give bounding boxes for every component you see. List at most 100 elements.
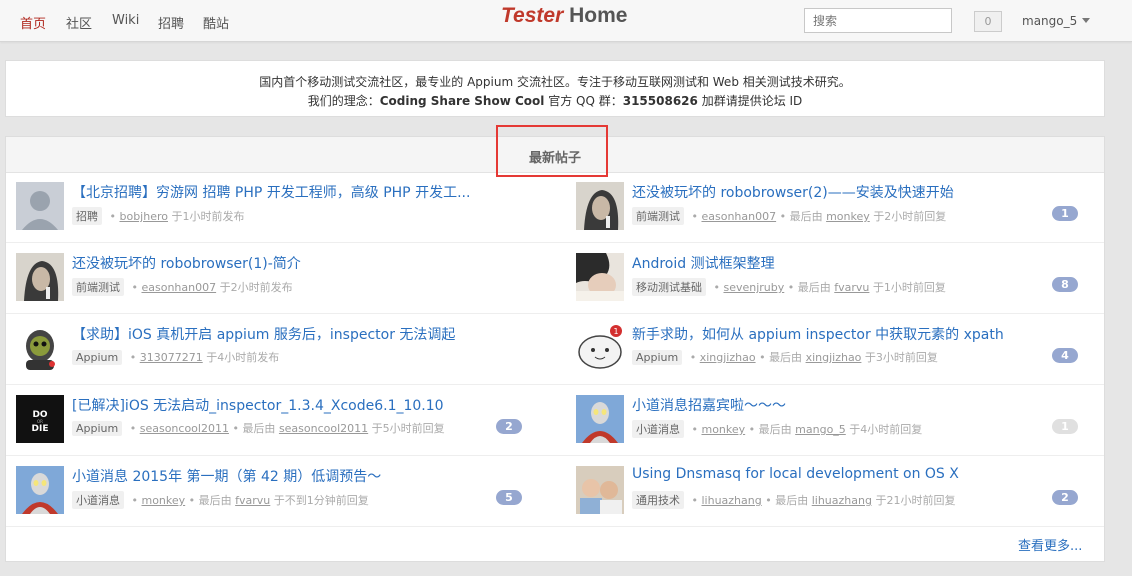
topic-meta: 小道消息 • monkey • 最后由 fvarvu 于不到1分钟前回复 xyxy=(72,491,369,509)
motto-prefix: 我们的理念： xyxy=(307,94,380,108)
topic-item: 【求助】iOS 真机开启 appium 服务后，inspector 无法调起 Ap… xyxy=(16,324,556,394)
last-reply-user-link[interactable]: seasoncool2011 xyxy=(279,422,368,435)
notification-count-button[interactable]: 0 xyxy=(974,11,1002,32)
topic-meta: Appium • 313077271 于4小时前发布 xyxy=(72,349,279,365)
node-tag[interactable]: Appium xyxy=(72,421,123,436)
topic-meta: 通用技术 • lihuazhang • 最后由 lihuazhang 于21小时… xyxy=(632,491,955,509)
last-reply-user-link[interactable]: lihuazhang xyxy=(812,494,872,507)
node-tag[interactable]: 移动测试基础 xyxy=(632,278,706,296)
topic-item: 1 新手求助，如何从 appium inspector 中获取元素的 xpath A… xyxy=(576,324,1116,394)
reply-count-badge[interactable]: 4 xyxy=(1052,348,1078,363)
latest-topics-panel: 最新帖子 【北京招聘】穷游网 招聘 PHP 开发工程师，高级 PHP 开发工..… xyxy=(5,125,1105,562)
reply-count-badge[interactable]: 2 xyxy=(496,419,522,434)
topic-time: 于1小时前发布 xyxy=(171,210,245,223)
motto: Coding Share Show Cool xyxy=(379,94,545,108)
topic-meta: 移动测试基础 • sevenjruby • 最后由 fvarvu 于1小时前回复 xyxy=(632,278,946,296)
qq-number: 315508626 xyxy=(622,94,698,108)
topic-item: 小道消息 2015年 第一期（第 42 期）低调预告～ 小道消息 • monkey… xyxy=(16,466,556,536)
author-link[interactable]: monkey xyxy=(701,423,745,436)
topic-title-link[interactable]: 【北京招聘】穷游网 招聘 PHP 开发工程师，高级 PHP 开发工... xyxy=(72,182,470,202)
logo-text-tester: Tester xyxy=(501,4,564,27)
robot-avatar[interactable] xyxy=(16,324,64,372)
intro-line-1: 国内首个移动测试交流社区，最专业的 Appium 交流社区。专注于移动互联网测试… xyxy=(259,75,851,89)
last-reply-prefix: 最后由 xyxy=(242,422,276,435)
last-reply-user-link[interactable]: fvarvu xyxy=(235,494,270,507)
hero-avatar[interactable] xyxy=(16,466,64,514)
svg-text:1: 1 xyxy=(613,327,618,336)
author-link[interactable]: easonhan007 xyxy=(701,210,776,223)
author-link[interactable]: 313077271 xyxy=(140,351,203,364)
last-reply-prefix: 最后由 xyxy=(775,494,809,507)
node-tag[interactable]: 招聘 xyxy=(72,207,102,225)
nav-home[interactable]: 首页 xyxy=(20,13,46,32)
author-link[interactable]: bobjhero xyxy=(119,210,168,223)
logo-text-home: Home xyxy=(569,4,628,27)
topic-meta: Appium • xingjizhao • 最后由 xingjizhao 于3小… xyxy=(632,349,938,365)
top-navbar: 首页 社区 Wiki 招聘 酷站 Tester Home 0 mango_5 xyxy=(0,0,1132,42)
photo-avatar[interactable] xyxy=(576,253,624,301)
view-more-link[interactable]: 查看更多... xyxy=(1018,535,1082,554)
nav-wiki[interactable]: Wiki xyxy=(112,13,139,28)
author-link[interactable]: monkey xyxy=(141,494,185,507)
topic-item: 还没被玩坏的 robobrowser(1)-简介 前端测试 • easonhan0… xyxy=(16,253,556,323)
nav-community[interactable]: 社区 xyxy=(66,13,92,32)
topic-title-link[interactable]: Android 测试框架整理 xyxy=(632,253,775,273)
topic-time: 于2小时前回复 xyxy=(873,210,947,223)
topic-time: 于4小时前回复 xyxy=(849,423,923,436)
cartoon-avatar[interactable]: 1 xyxy=(576,324,624,372)
reply-count-badge[interactable]: 5 xyxy=(496,490,522,505)
portrait-avatar[interactable] xyxy=(16,253,64,301)
topic-title-link[interactable]: 还没被玩坏的 robobrowser(1)-简介 xyxy=(72,253,301,273)
node-tag[interactable]: 小道消息 xyxy=(632,420,684,438)
reply-count-badge[interactable]: 1 xyxy=(1052,419,1078,434)
node-tag[interactable]: Appium xyxy=(632,350,683,365)
author-link[interactable]: easonhan007 xyxy=(141,281,216,294)
last-reply-prefix: 最后由 xyxy=(797,281,831,294)
node-tag[interactable]: Appium xyxy=(72,350,123,365)
kids-avatar[interactable] xyxy=(576,466,624,514)
topic-title-link[interactable]: 【求助】iOS 真机开启 appium 服务后，inspector 无法调起 xyxy=(72,324,455,344)
node-tag[interactable]: 前端测试 xyxy=(632,207,684,225)
search-input[interactable] xyxy=(804,8,952,33)
topic-title-link[interactable]: 还没被玩坏的 robobrowser(2)——安装及快速开始 xyxy=(632,182,954,202)
author-link[interactable]: seasoncool2011 xyxy=(140,422,229,435)
last-reply-prefix: 最后由 xyxy=(789,210,823,223)
node-tag[interactable]: 前端测试 xyxy=(72,278,124,296)
topic-title-link[interactable]: Using Dnsmasq for local development on O… xyxy=(632,466,959,482)
topic-meta: 小道消息 • monkey • 最后由 mango_5 于4小时前回复 xyxy=(632,420,922,438)
highlight-box xyxy=(496,125,608,177)
user-menu[interactable]: mango_5 xyxy=(1022,14,1091,28)
topic-time: 于不到1分钟前回复 xyxy=(273,494,369,507)
node-tag[interactable]: 小道消息 xyxy=(72,491,124,509)
topic-item: Android 测试框架整理移动测试基础 • sevenjruby • 最后由 … xyxy=(576,253,1116,323)
author-link[interactable]: lihuazhang xyxy=(701,494,761,507)
node-tag[interactable]: 通用技术 xyxy=(632,491,684,509)
topic-title-link[interactable]: 小道消息 2015年 第一期（第 42 期）低调预告～ xyxy=(72,466,381,486)
topic-title-link[interactable]: [已解决]iOS 无法启动_inspector_1.3.4_Xcode6.1_1… xyxy=(72,395,444,415)
nav-jobs[interactable]: 招聘 xyxy=(158,13,184,32)
topic-title-link[interactable]: 新手求助，如何从 appium inspector 中获取元素的 xpath xyxy=(632,324,1004,344)
topic-time: 于21小时前回复 xyxy=(875,494,956,507)
portrait-avatar[interactable] xyxy=(576,182,624,230)
default-avatar-icon[interactable] xyxy=(16,182,64,230)
topic-meta: 招聘 • bobjhero 于1小时前发布 xyxy=(72,207,245,225)
site-logo[interactable]: Tester Home xyxy=(501,4,627,28)
last-reply-prefix: 最后由 xyxy=(758,423,792,436)
nav-cool-sites[interactable]: 酷站 xyxy=(203,13,229,32)
username-label: mango_5 xyxy=(1022,14,1078,28)
site-intro: 国内首个移动测试交流社区，最专业的 Appium 交流社区。专注于移动互联网测试… xyxy=(5,60,1105,117)
topic-title-link[interactable]: 小道消息招嘉宾啦～～～ xyxy=(632,395,786,415)
topic-time: 于1小时前回复 xyxy=(872,281,946,294)
author-link[interactable]: sevenjruby xyxy=(723,281,784,294)
last-reply-user-link[interactable]: fvarvu xyxy=(834,281,869,294)
last-reply-user-link[interactable]: monkey xyxy=(826,210,870,223)
dark-avatar[interactable]: DO OR DIE xyxy=(16,395,64,443)
reply-count-badge[interactable]: 2 xyxy=(1052,490,1078,505)
topic-item: Using Dnsmasq for local development on O… xyxy=(576,466,1116,536)
hero-avatar[interactable] xyxy=(576,395,624,443)
author-link[interactable]: xingjizhao xyxy=(700,351,756,364)
last-reply-user-link[interactable]: mango_5 xyxy=(795,423,846,436)
last-reply-user-link[interactable]: xingjizhao xyxy=(806,351,862,364)
reply-count-badge[interactable]: 1 xyxy=(1052,206,1078,221)
reply-count-badge[interactable]: 8 xyxy=(1052,277,1078,292)
